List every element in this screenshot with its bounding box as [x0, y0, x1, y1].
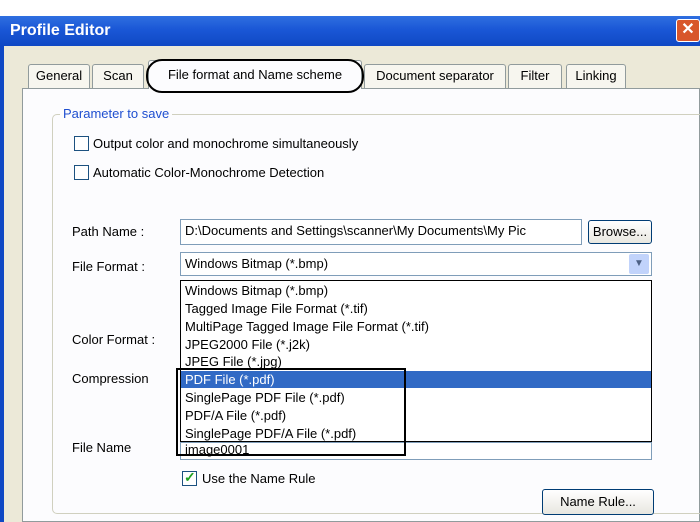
- chevron-down-icon[interactable]: ▼: [629, 254, 649, 274]
- group-legend: Parameter to save: [60, 106, 173, 121]
- close-button[interactable]: ✕: [676, 19, 700, 42]
- background-strip: [0, 0, 700, 16]
- title-bar[interactable]: Profile Editor ✕: [0, 16, 700, 46]
- browse-button[interactable]: Browse...: [588, 220, 652, 244]
- path-name-label: Path Name :: [72, 224, 145, 239]
- file-format-value: Windows Bitmap (*.bmp): [185, 256, 329, 271]
- output-both-label: Output color and monochrome simultaneous…: [93, 136, 359, 151]
- auto-detect-checkbox[interactable]: [74, 165, 89, 180]
- file-name-label: File Name: [72, 440, 132, 455]
- file-format-dropdown[interactable]: Windows Bitmap (*.bmp) Tagged Image File…: [180, 280, 652, 442]
- path-name-input[interactable]: D:\Documents and Settings\scanner\My Doc…: [180, 219, 582, 245]
- name-rule-checkbox[interactable]: [182, 469, 197, 486]
- color-format-label: Color Format :: [72, 332, 156, 347]
- dropdown-option[interactable]: PDF/A File (*.pdf): [181, 407, 651, 424]
- tab-general[interactable]: General: [28, 64, 90, 88]
- tab-scan[interactable]: Scan: [92, 64, 144, 88]
- tab-linking[interactable]: Linking: [566, 64, 626, 88]
- tab-filter[interactable]: Filter: [508, 64, 562, 88]
- dropdown-option[interactable]: JPEG2000 File (*.j2k): [181, 336, 651, 353]
- auto-detect-label: Automatic Color-Monochrome Detection: [93, 165, 325, 180]
- name-rule-label: Use the Name Rule: [202, 471, 316, 486]
- name-rule-button[interactable]: Name Rule...: [542, 489, 654, 515]
- dropdown-option[interactable]: SinglePage PDF/A File (*.pdf): [181, 425, 651, 442]
- dropdown-option[interactable]: Tagged Image File Format (*.tif): [181, 300, 651, 317]
- file-name-input[interactable]: image0001: [180, 442, 652, 460]
- file-format-select[interactable]: Windows Bitmap (*.bmp) ▼: [180, 252, 652, 276]
- output-both-checkbox[interactable]: [74, 136, 89, 151]
- dropdown-option[interactable]: SinglePage PDF File (*.pdf): [181, 389, 651, 406]
- dropdown-option[interactable]: Windows Bitmap (*.bmp): [181, 282, 651, 299]
- tab-document-separator[interactable]: Document separator: [364, 64, 506, 88]
- dropdown-option[interactable]: JPEG File (*.jpg): [181, 353, 651, 370]
- window-title: Profile Editor: [10, 22, 111, 39]
- dropdown-option-selected[interactable]: PDF File (*.pdf): [181, 371, 651, 388]
- compression-label: Compression: [72, 371, 149, 386]
- dropdown-option[interactable]: MultiPage Tagged Image File Format (*.ti…: [181, 318, 651, 335]
- file-format-label: File Format :: [72, 259, 145, 274]
- tab-file-format[interactable]: File format and Name scheme: [148, 60, 362, 89]
